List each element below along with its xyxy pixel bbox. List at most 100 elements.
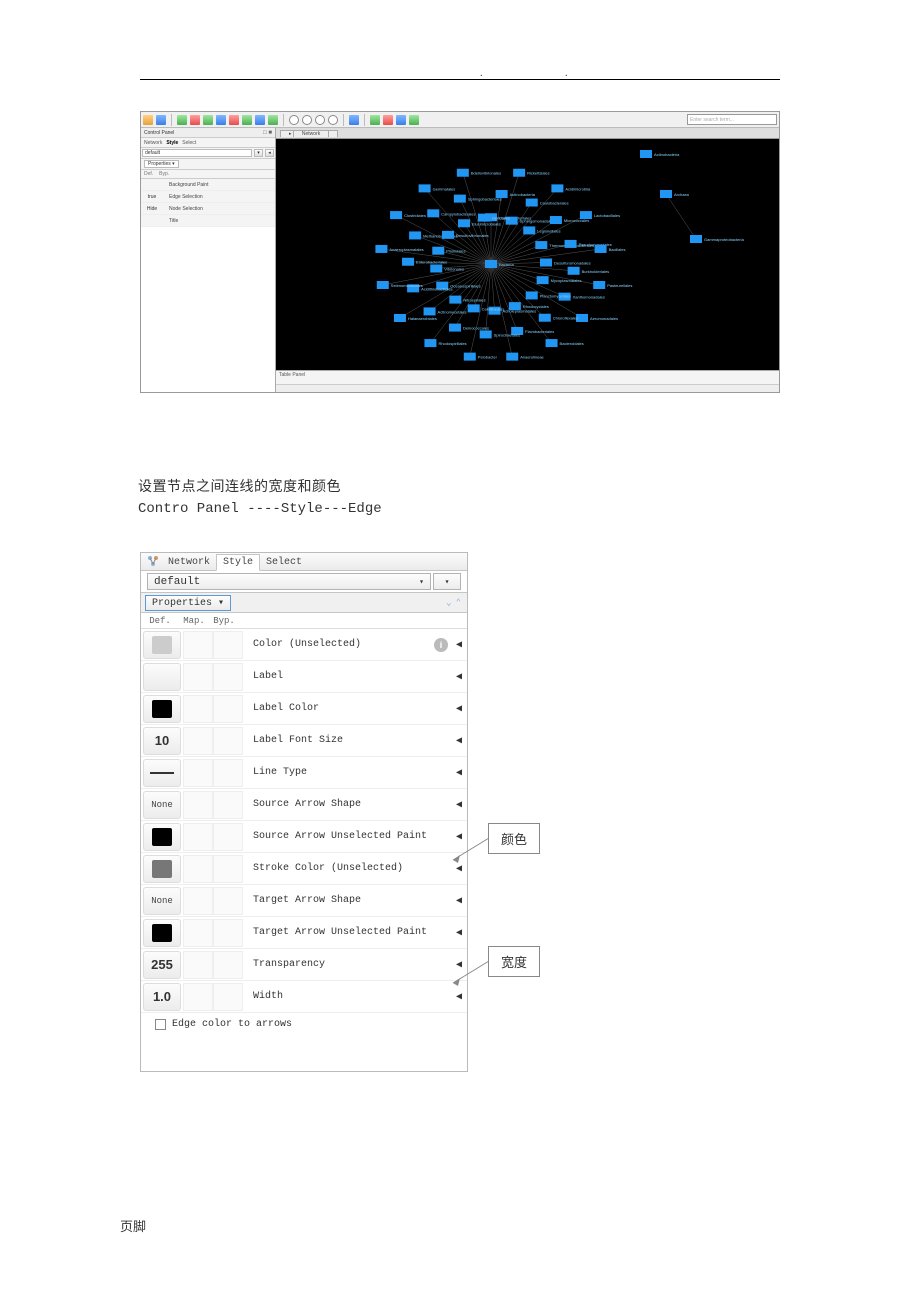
tab-select[interactable]: Select (260, 555, 308, 570)
expand-all-icon[interactable]: ⌄ (446, 598, 451, 608)
byp-cell[interactable] (213, 695, 243, 723)
byp-cell[interactable] (213, 631, 243, 659)
prop-row-background-paint[interactable]: Background Paint (141, 179, 275, 191)
map-cell[interactable] (183, 663, 213, 691)
map-cell[interactable] (183, 983, 213, 1011)
layout-icon[interactable] (203, 115, 213, 125)
subtab-byp[interactable]: Byp. (159, 171, 169, 177)
zoom-out-icon[interactable] (302, 115, 312, 125)
byp-cell[interactable] (213, 759, 243, 787)
hide-icon[interactable] (255, 115, 265, 125)
help-icon[interactable] (370, 115, 380, 125)
property-row[interactable]: NoneSource Arrow Shape◀ (141, 789, 467, 821)
style-menu-button[interactable]: ▾ (254, 149, 263, 157)
apps-icon[interactable] (349, 115, 359, 125)
def-cell[interactable] (143, 855, 181, 883)
expand-arrow-icon[interactable]: ◀ (451, 735, 467, 747)
property-row[interactable]: Source Arrow Unselected Paint◀ (141, 821, 467, 853)
byp-cell[interactable] (213, 663, 243, 691)
expand-arrow-icon[interactable]: ◀ (451, 991, 467, 1003)
byp-cell[interactable] (213, 951, 243, 979)
expand-arrow-icon[interactable]: ◀ (451, 671, 467, 683)
byp-cell[interactable] (213, 823, 243, 851)
prop-row-title[interactable]: Title (141, 215, 275, 227)
style-dropdown[interactable]: default (142, 149, 252, 157)
style-menu-button[interactable]: ▾ (433, 573, 461, 590)
destroy-network-icon[interactable] (190, 115, 200, 125)
def-cell[interactable] (143, 919, 181, 947)
def-cell[interactable]: None (143, 887, 181, 915)
expand-arrow-icon[interactable]: ◀ (451, 799, 467, 811)
style-overflow-button[interactable]: ◂ (265, 149, 274, 157)
property-row[interactable]: 255Transparency◀ (141, 949, 467, 981)
tab-select[interactable]: Select (182, 140, 196, 146)
def-cell[interactable] (143, 759, 181, 787)
property-row[interactable]: Target Arrow Unselected Paint◀ (141, 917, 467, 949)
first-neighbors-icon[interactable] (242, 115, 252, 125)
byp-cell[interactable] (213, 887, 243, 915)
property-row[interactable]: Color (Unselected)i◀ (141, 629, 467, 661)
style-dropdown[interactable]: default▾ (147, 573, 431, 590)
map-cell[interactable] (183, 759, 213, 787)
def-cell[interactable] (143, 663, 181, 691)
info-icon[interactable]: i (434, 638, 448, 652)
def-cell[interactable] (143, 631, 181, 659)
property-row[interactable]: Stroke Color (Unselected)◀ (141, 853, 467, 885)
tab-network[interactable]: Network (162, 555, 216, 570)
new-network-icon[interactable] (177, 115, 187, 125)
expand-arrow-icon[interactable]: ◀ (451, 927, 467, 939)
prop-row-edge-selection[interactable]: trueEdge Selection (141, 191, 275, 203)
map-cell[interactable] (183, 727, 213, 755)
map-cell[interactable] (183, 887, 213, 915)
edge-color-to-arrows-checkbox[interactable] (155, 1019, 166, 1030)
snapshot-icon[interactable] (396, 115, 406, 125)
prop-row-node-selection[interactable]: HideNode Selection (141, 203, 275, 215)
expand-arrow-icon[interactable]: ◀ (451, 895, 467, 907)
map-cell[interactable] (183, 631, 213, 659)
property-row[interactable]: Label Color◀ (141, 693, 467, 725)
map-cell[interactable] (183, 951, 213, 979)
network-canvas[interactable]: CorynebacterialesActinobacteriaRickettsi… (276, 139, 779, 370)
open-icon[interactable] (143, 115, 153, 125)
byp-cell[interactable] (213, 727, 243, 755)
byp-cell[interactable] (213, 983, 243, 1011)
map-cell[interactable] (183, 695, 213, 723)
save-icon[interactable] (156, 115, 166, 125)
export-icon[interactable] (216, 115, 226, 125)
map-cell[interactable] (183, 919, 213, 947)
tab-network[interactable]: Network (144, 140, 162, 146)
properties-dropdown[interactable]: Properties ▾ (145, 595, 231, 611)
byp-cell[interactable] (213, 855, 243, 883)
byp-cell[interactable] (213, 919, 243, 947)
zoom-in-icon[interactable] (289, 115, 299, 125)
tab-style[interactable]: Style (166, 140, 178, 146)
def-cell[interactable]: 255 (143, 951, 181, 979)
property-row[interactable]: Label◀ (141, 661, 467, 693)
refresh-icon[interactable] (409, 115, 419, 125)
properties-dropdown[interactable]: Properties ▾ (144, 160, 179, 168)
filter-icon[interactable] (229, 115, 239, 125)
link-icon[interactable] (383, 115, 393, 125)
tab-style[interactable]: Style (216, 554, 260, 571)
def-cell[interactable]: None (143, 791, 181, 819)
def-cell[interactable] (143, 823, 181, 851)
subtab-def[interactable]: Def. (144, 171, 153, 177)
property-row[interactable]: Line Type◀ (141, 757, 467, 789)
network-tab[interactable]: ▸ Network (280, 130, 338, 137)
minimize-maximize-icons[interactable]: □ ■ (263, 130, 272, 136)
map-cell[interactable] (183, 855, 213, 883)
search-input[interactable]: Enter search term... (687, 114, 777, 125)
def-cell[interactable]: 1.0 (143, 983, 181, 1011)
expand-arrow-icon[interactable]: ◀ (451, 703, 467, 715)
def-cell[interactable] (143, 695, 181, 723)
property-row[interactable]: 1.0Width◀ (141, 981, 467, 1013)
collapse-all-icon[interactable]: ⌃ (456, 598, 461, 608)
byp-cell[interactable] (213, 791, 243, 819)
def-cell[interactable]: 10 (143, 727, 181, 755)
zoom-fit-icon[interactable] (315, 115, 325, 125)
expand-arrow-icon[interactable]: ◀ (451, 639, 467, 651)
property-row[interactable]: NoneTarget Arrow Shape◀ (141, 885, 467, 917)
map-cell[interactable] (183, 791, 213, 819)
zoom-select-icon[interactable] (328, 115, 338, 125)
expand-arrow-icon[interactable]: ◀ (451, 767, 467, 779)
